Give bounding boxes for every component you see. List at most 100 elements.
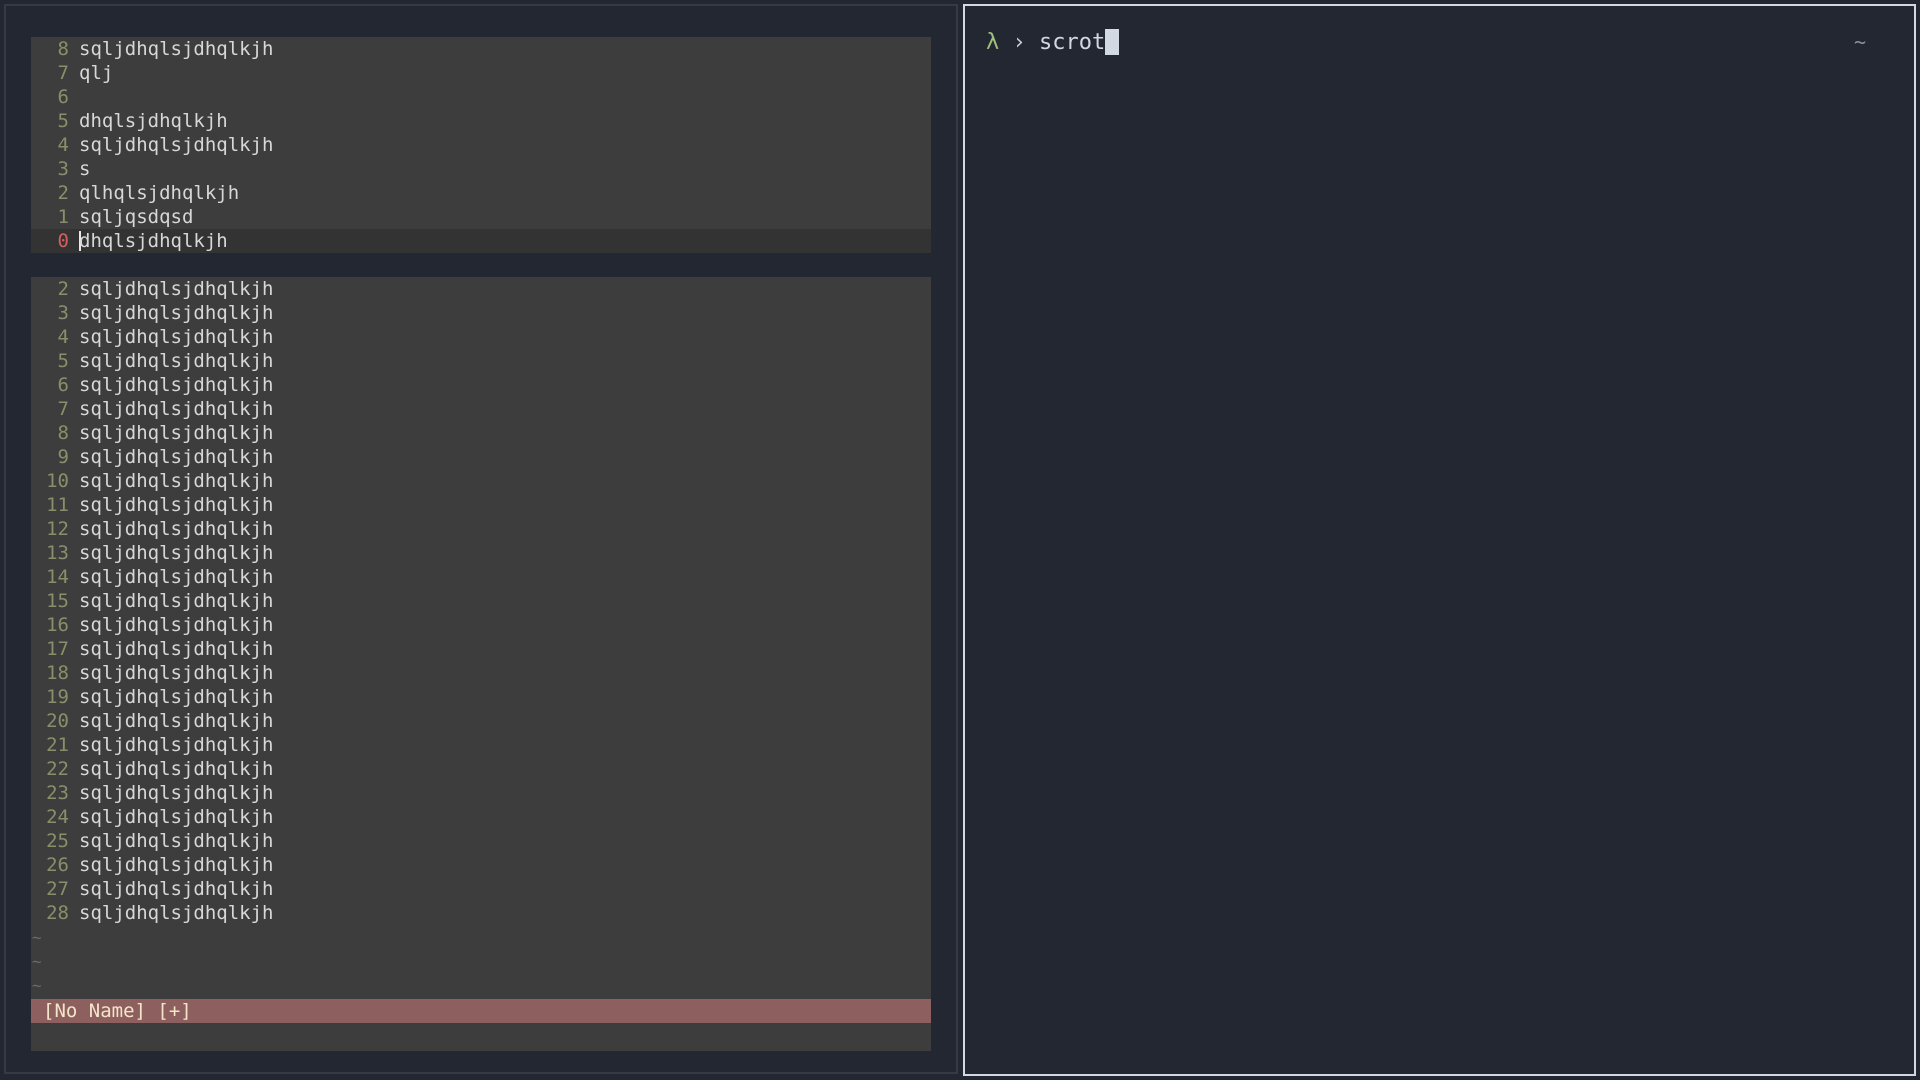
- line-text[interactable]: s: [79, 158, 90, 180]
- line-number: 15: [46, 590, 69, 612]
- line-number: 25: [46, 830, 69, 852]
- line-text[interactable]: sqljdhqlsjdhqlkjh: [79, 422, 273, 444]
- editor-line[interactable]: 27 sqljdhqlsjdhqlkjh: [31, 877, 931, 901]
- line-number: 6: [57, 374, 69, 396]
- line-text[interactable]: sqljdhqlsjdhqlkjh: [79, 662, 273, 684]
- editor-line[interactable]: 1 sqljqsdqsd: [31, 205, 931, 229]
- editor-line[interactable]: 2 sqljdhqlsjdhqlkjh: [31, 277, 931, 301]
- line-text[interactable]: sqljdhqlsjdhqlkjh: [79, 494, 273, 516]
- editor-line[interactable]: 2 qlhqlsjdhqlkjh: [31, 181, 931, 205]
- editor-line[interactable]: 23 sqljdhqlsjdhqlkjh: [31, 781, 931, 805]
- editor-split-top[interactable]: 8 sqljdhqlsjdhqlkjh 7 qlj 6 5 dhqlsjdhqlkjh 4 sq…: [31, 37, 931, 253]
- line-text[interactable]: sqljdhqlsjdhqlkjh: [79, 566, 273, 588]
- line-number: 9: [57, 446, 69, 468]
- editor-line[interactable]: 7 qlj: [31, 61, 931, 85]
- editor-line[interactable]: 22 sqljdhqlsjdhqlkjh: [31, 757, 931, 781]
- terminal-prompt[interactable]: λ › scrot: [986, 28, 1120, 58]
- line-text[interactable]: sqljdhqlsjdhqlkjh: [79, 350, 273, 372]
- editor-line[interactable]: 28 sqljdhqlsjdhqlkjh: [31, 901, 931, 925]
- line-number: 4: [57, 326, 69, 348]
- line-text[interactable]: sqljdhqlsjdhqlkjh: [79, 38, 273, 60]
- editor-line[interactable]: 12 sqljdhqlsjdhqlkjh: [31, 517, 931, 541]
- line-text[interactable]: sqljdhqlsjdhqlkjh: [79, 470, 273, 492]
- line-text[interactable]: sqljdhqlsjdhqlkjh: [79, 446, 273, 468]
- line-text[interactable]: sqljdhqlsjdhqlkjh: [79, 614, 273, 636]
- editor-line[interactable]: 7 sqljdhqlsjdhqlkjh: [31, 397, 931, 421]
- line-text[interactable]: sqljdhqlsjdhqlkjh: [79, 758, 273, 780]
- editor-line[interactable]: 3s: [31, 157, 931, 181]
- line-text[interactable]: sqljdhqlsjdhqlkjh: [79, 806, 273, 828]
- editor-line[interactable]: 9 sqljdhqlsjdhqlkjh: [31, 445, 931, 469]
- terminal-window[interactable]: λ › scrot ~: [963, 4, 1916, 1076]
- editor-line[interactable]: 6: [31, 85, 931, 109]
- line-text[interactable]: sqljdhqlsjdhqlkjh: [79, 686, 273, 708]
- line-number: 27: [46, 878, 69, 900]
- line-text[interactable]: qlhqlsjdhqlkjh: [79, 182, 239, 204]
- editor-line[interactable]: 8 sqljdhqlsjdhqlkjh: [31, 421, 931, 445]
- line-text[interactable]: dhqlsjdhqlkjh: [79, 230, 228, 252]
- editor-line[interactable]: 3 sqljdhqlsjdhqlkjh: [31, 301, 931, 325]
- editor-line[interactable]: 21 sqljdhqlsjdhqlkjh: [31, 733, 931, 757]
- line-text[interactable]: sqljdhqlsjdhqlkjh: [79, 278, 273, 300]
- editor-line[interactable]: 5 sqljdhqlsjdhqlkjh: [31, 349, 931, 373]
- line-text[interactable]: sqljdhqlsjdhqlkjh: [79, 134, 273, 156]
- empty-line-marker: ~: [32, 952, 42, 971]
- line-text[interactable]: sqljdhqlsjdhqlkjh: [79, 830, 273, 852]
- editor-line[interactable]: 16 sqljdhqlsjdhqlkjh: [31, 613, 931, 637]
- empty-line-marker: ~: [32, 928, 42, 947]
- line-text[interactable]: sqljdhqlsjdhqlkjh: [79, 638, 273, 660]
- line-number: 14: [46, 566, 69, 588]
- editor-split-bottom[interactable]: 2 sqljdhqlsjdhqlkjh 3 sqljdhqlsjdhqlkjh 4 sql…: [31, 277, 931, 1051]
- editor-current-line[interactable]: 0 dhqlsjdhqlkjh: [31, 229, 931, 253]
- line-text[interactable]: qlj: [79, 62, 113, 84]
- line-text[interactable]: sqljdhqlsjdhqlkjh: [79, 782, 273, 804]
- line-number: 1: [57, 206, 69, 228]
- editor-line[interactable]: 26 sqljdhqlsjdhqlkjh: [31, 853, 931, 877]
- line-text[interactable]: sqljdhqlsjdhqlkjh: [79, 326, 273, 348]
- editor-line[interactable]: 11 sqljdhqlsjdhqlkjh: [31, 493, 931, 517]
- editor-statusline: [No Name] [+]: [31, 999, 931, 1023]
- line-number: 24: [46, 806, 69, 828]
- editor-line[interactable]: 8 sqljdhqlsjdhqlkjh: [31, 37, 931, 61]
- line-number: 10: [46, 470, 69, 492]
- line-number: 8: [57, 38, 69, 60]
- line-text[interactable]: sqljqsdqsd: [79, 206, 193, 228]
- chevron-right-icon: ›: [1012, 30, 1026, 55]
- editor-line[interactable]: 17 sqljdhqlsjdhqlkjh: [31, 637, 931, 661]
- editor-line[interactable]: 14 sqljdhqlsjdhqlkjh: [31, 565, 931, 589]
- line-text[interactable]: sqljdhqlsjdhqlkjh: [79, 398, 273, 420]
- empty-line-marker: ~: [32, 976, 42, 995]
- line-text[interactable]: sqljdhqlsjdhqlkjh: [79, 518, 273, 540]
- editor-line[interactable]: 15 sqljdhqlsjdhqlkjh: [31, 589, 931, 613]
- editor-command-line[interactable]: [31, 1023, 931, 1051]
- editor-line[interactable]: 10 sqljdhqlsjdhqlkjh: [31, 469, 931, 493]
- editor-line[interactable]: 19 sqljdhqlsjdhqlkjh: [31, 685, 931, 709]
- line-number: 16: [46, 614, 69, 636]
- line-number: 2: [57, 182, 69, 204]
- editor-line[interactable]: 20 sqljdhqlsjdhqlkjh: [31, 709, 931, 733]
- line-text[interactable]: sqljdhqlsjdhqlkjh: [79, 302, 273, 324]
- line-number: 5: [57, 350, 69, 372]
- line-number: 3: [57, 302, 69, 324]
- line-text[interactable]: sqljdhqlsjdhqlkjh: [79, 590, 273, 612]
- line-text[interactable]: dhqlsjdhqlkjh: [79, 110, 228, 132]
- editor-line[interactable]: 5 dhqlsjdhqlkjh: [31, 109, 931, 133]
- line-text[interactable]: sqljdhqlsjdhqlkjh: [79, 374, 273, 396]
- editor-line[interactable]: 18 sqljdhqlsjdhqlkjh: [31, 661, 931, 685]
- editor-window[interactable]: 8 sqljdhqlsjdhqlkjh 7 qlj 6 5 dhqlsjdhqlkjh 4 sq…: [4, 4, 958, 1074]
- line-text[interactable]: sqljdhqlsjdhqlkjh: [79, 902, 273, 924]
- line-number: 21: [46, 734, 69, 756]
- line-text[interactable]: sqljdhqlsjdhqlkjh: [79, 734, 273, 756]
- line-text[interactable]: sqljdhqlsjdhqlkjh: [79, 878, 273, 900]
- terminal-command-input[interactable]: scrot: [1039, 30, 1105, 55]
- line-text[interactable]: sqljdhqlsjdhqlkjh: [79, 542, 273, 564]
- line-number: 26: [46, 854, 69, 876]
- editor-line[interactable]: 6 sqljdhqlsjdhqlkjh: [31, 373, 931, 397]
- editor-line[interactable]: 24 sqljdhqlsjdhqlkjh: [31, 805, 931, 829]
- line-text[interactable]: sqljdhqlsjdhqlkjh: [79, 854, 273, 876]
- editor-line[interactable]: 25 sqljdhqlsjdhqlkjh: [31, 829, 931, 853]
- editor-line[interactable]: 4 sqljdhqlsjdhqlkjh: [31, 325, 931, 349]
- line-text[interactable]: sqljdhqlsjdhqlkjh: [79, 710, 273, 732]
- editor-line[interactable]: 4 sqljdhqlsjdhqlkjh: [31, 133, 931, 157]
- editor-line[interactable]: 13 sqljdhqlsjdhqlkjh: [31, 541, 931, 565]
